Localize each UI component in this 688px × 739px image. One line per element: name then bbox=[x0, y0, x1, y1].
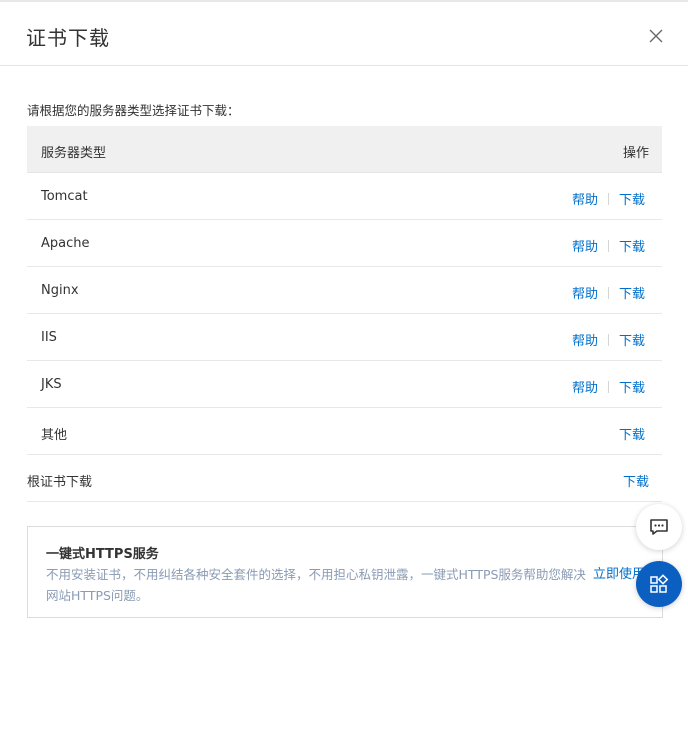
server-type-table: 服务器类型 操作 Tomcat 帮助 下载 Apache 帮助 下载 Nginx… bbox=[27, 126, 662, 502]
dialog-header: 证书下载 bbox=[0, 4, 688, 66]
promo-description: 不用安装证书，不用纠结各种安全套件的选择，不用担心私钥泄露，一键式HTTPS服务… bbox=[46, 567, 586, 603]
row-actions: 帮助 下载 bbox=[572, 283, 645, 302]
row-actions: 帮助 下载 bbox=[572, 189, 645, 208]
apps-float-button[interactable] bbox=[636, 561, 682, 607]
row-actions: 下载 bbox=[623, 471, 649, 490]
action-divider bbox=[607, 286, 609, 299]
root-certificate-label: 根证书下载 bbox=[27, 475, 93, 490]
server-name: Nginx bbox=[41, 283, 79, 298]
server-name: IIS bbox=[41, 330, 57, 345]
action-divider bbox=[607, 192, 609, 205]
promo-title: 一键式HTTPS服务 bbox=[46, 547, 159, 562]
help-link[interactable]: 帮助 bbox=[572, 330, 598, 349]
chat-icon bbox=[650, 519, 668, 535]
help-link[interactable]: 帮助 bbox=[572, 283, 598, 302]
table-row-tomcat: Tomcat 帮助 下载 bbox=[27, 173, 662, 220]
apps-icon bbox=[650, 574, 669, 593]
download-link[interactable]: 下载 bbox=[619, 377, 645, 396]
close-icon bbox=[649, 29, 663, 43]
download-link[interactable]: 下载 bbox=[619, 189, 645, 208]
row-actions: 下载 bbox=[619, 424, 645, 443]
table-row-other: 其他 下载 bbox=[27, 408, 662, 455]
table-row-nginx: Nginx 帮助 下载 bbox=[27, 267, 662, 314]
intro-text: 请根据您的服务器类型选择证书下载： bbox=[27, 103, 240, 118]
help-link[interactable]: 帮助 bbox=[572, 189, 598, 208]
action-divider bbox=[607, 333, 609, 346]
help-link[interactable]: 帮助 bbox=[572, 236, 598, 255]
row-actions: 帮助 下载 bbox=[572, 236, 645, 255]
table-row-root-certificate: 根证书下载 下载 bbox=[27, 455, 662, 502]
close-button[interactable] bbox=[644, 24, 668, 48]
download-link[interactable]: 下载 bbox=[619, 330, 645, 349]
table-row-iis: IIS 帮助 下载 bbox=[27, 314, 662, 361]
certificate-download-dialog: 证书下载 请根据您的服务器类型选择证书下载： 服务器类型 操作 Tomcat 帮… bbox=[0, 0, 688, 739]
action-divider bbox=[607, 239, 609, 252]
action-divider bbox=[607, 380, 609, 393]
download-link[interactable]: 下载 bbox=[619, 283, 645, 302]
download-link[interactable]: 下载 bbox=[619, 424, 645, 443]
server-name: JKS bbox=[41, 377, 62, 392]
server-name: Apache bbox=[41, 236, 90, 251]
header-action: 操作 bbox=[622, 146, 649, 161]
table-row-apache: Apache 帮助 下载 bbox=[27, 220, 662, 267]
row-actions: 帮助 下载 bbox=[572, 330, 645, 349]
table-row-jks: JKS 帮助 下载 bbox=[27, 361, 662, 408]
dialog-title: 证书下载 bbox=[26, 26, 110, 50]
row-actions: 帮助 下载 bbox=[572, 377, 645, 396]
help-link[interactable]: 帮助 bbox=[572, 377, 598, 396]
root-download-link[interactable]: 下载 bbox=[623, 471, 649, 490]
header-server-type: 服务器类型 bbox=[41, 146, 107, 161]
https-service-promo: 一键式HTTPS服务 不用安装证书，不用纠结各种安全套件的选择，不用担心私钥泄露… bbox=[27, 526, 663, 618]
server-name: 其他 bbox=[41, 428, 68, 443]
table-header: 服务器类型 操作 bbox=[27, 126, 662, 173]
server-name: Tomcat bbox=[41, 189, 88, 204]
chat-float-button[interactable] bbox=[636, 504, 682, 550]
download-link[interactable]: 下载 bbox=[619, 236, 645, 255]
